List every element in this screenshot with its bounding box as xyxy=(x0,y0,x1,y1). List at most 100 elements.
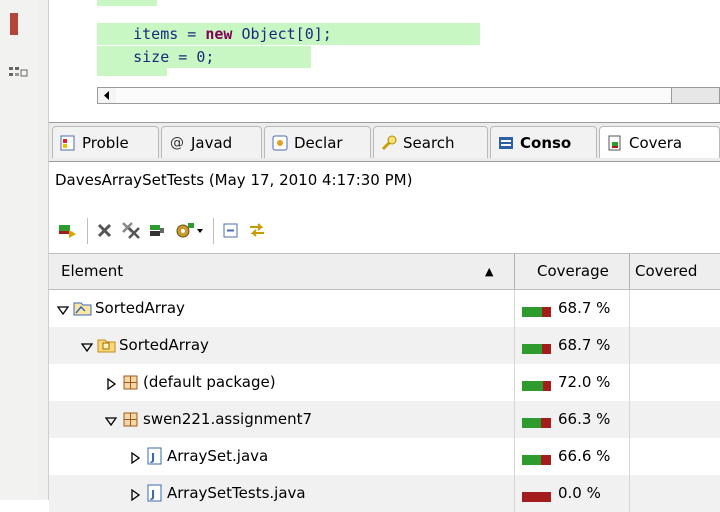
remove-session-icon xyxy=(97,223,112,238)
merge-sessions-button[interactable] xyxy=(147,220,167,240)
remove-all-sessions-button[interactable] xyxy=(121,220,141,240)
tree-expanded-icon[interactable] xyxy=(104,413,118,427)
link-with-selection-icon xyxy=(250,223,264,237)
tree-collapsed-icon[interactable] xyxy=(129,487,141,502)
column-separator xyxy=(629,290,630,327)
tab-console[interactable]: Conso xyxy=(490,126,597,158)
tree-collapsed-icon[interactable] xyxy=(129,450,141,465)
element-name: SortedArray xyxy=(119,336,209,354)
coverage-percent: 0.0 % xyxy=(558,484,601,502)
coverage-bar xyxy=(522,340,551,354)
table-row[interactable]: SortedArray 68.7 % xyxy=(49,327,720,364)
source-folder-icon xyxy=(97,336,117,354)
svg-text:J: J xyxy=(150,451,155,464)
column-separator xyxy=(514,327,515,364)
select-session-dropdown[interactable] xyxy=(173,220,205,240)
tree-expanded-icon[interactable] xyxy=(80,339,94,353)
search-icon xyxy=(380,134,398,152)
column-separator xyxy=(629,401,630,438)
package-icon xyxy=(121,373,141,391)
tab-label: Javad xyxy=(191,133,233,152)
problems-icon xyxy=(59,134,77,152)
element-name: ArraySet.java xyxy=(167,447,269,465)
column-separator xyxy=(629,327,630,364)
editor-ruler xyxy=(49,0,97,84)
link-with-selection-button[interactable] xyxy=(247,220,267,240)
code-line-partial xyxy=(97,0,157,6)
sash-divider[interactable] xyxy=(38,0,49,500)
column-header-coverage[interactable]: Coverage xyxy=(537,254,609,289)
coverage-table-header: Element ▲ Coverage Covered xyxy=(49,253,720,290)
relaunch-button[interactable] xyxy=(57,220,77,240)
coverage-percent: 68.7 % xyxy=(558,299,611,317)
java-file-icon: J xyxy=(145,447,165,465)
coverage-bar xyxy=(522,377,551,391)
tab-label: Covera xyxy=(629,133,683,152)
tab-coverage[interactable]: Covera xyxy=(599,126,720,158)
tab-javadoc[interactable]: @ Javad xyxy=(161,126,262,158)
element-name: (default package) xyxy=(143,373,276,391)
coverage-percent: 66.6 % xyxy=(558,447,611,465)
element-name: SortedArray xyxy=(95,299,185,317)
error-marker-icon[interactable] xyxy=(10,13,18,35)
horizontal-scrollbar[interactable] xyxy=(97,87,720,104)
remove-all-sessions-icon xyxy=(122,222,140,239)
tab-label: Proble xyxy=(82,133,129,152)
coverage-bar xyxy=(522,488,551,502)
coverage-percent: 66.3 % xyxy=(558,410,611,428)
element-name: swen221.assignment7 xyxy=(143,410,313,428)
code-line-partial-bottom xyxy=(97,68,167,76)
coverage-toolbar xyxy=(49,210,720,250)
scroll-left-button[interactable] xyxy=(98,88,117,103)
coverage-icon xyxy=(606,134,624,152)
merge-sessions-icon xyxy=(150,225,164,236)
column-separator[interactable] xyxy=(514,254,515,289)
element-name: ArraySetTests.java xyxy=(167,484,306,502)
code-line-size: size = 0; xyxy=(97,46,311,68)
relaunch-icon xyxy=(59,225,76,238)
tab-search[interactable]: Search xyxy=(373,126,488,158)
java-project-icon xyxy=(73,299,93,317)
tree-collapsed-icon[interactable] xyxy=(105,376,117,391)
column-separator xyxy=(514,475,515,512)
column-separator xyxy=(629,475,630,512)
session-title: DavesArraySetTests (May 17, 2010 4:17:30… xyxy=(55,171,413,189)
column-separator xyxy=(629,364,630,401)
java-file-icon: J xyxy=(145,484,165,502)
column-separator xyxy=(514,438,515,475)
select-session-icon xyxy=(176,223,203,238)
console-icon xyxy=(497,134,515,152)
column-separator xyxy=(514,290,515,327)
column-separator xyxy=(514,364,515,401)
column-header-covered[interactable]: Covered xyxy=(635,254,697,289)
declaration-icon xyxy=(271,134,289,152)
package-explorer-icon[interactable] xyxy=(8,64,30,82)
tree-expanded-icon[interactable] xyxy=(56,302,70,316)
remove-session-button[interactable] xyxy=(95,220,115,240)
table-row[interactable]: J ArraySetTests.java 0.0 % xyxy=(49,475,720,512)
tab-declaration[interactable]: Declar xyxy=(264,126,371,158)
table-row[interactable]: J ArraySet.java 66.6 % xyxy=(49,438,720,475)
coverage-percent: 72.0 % xyxy=(558,373,611,391)
tab-label: Conso xyxy=(520,133,572,152)
coverage-bar xyxy=(522,414,551,428)
tab-label: Search xyxy=(403,133,455,152)
tab-label: Declar xyxy=(294,133,343,152)
coverage-bar xyxy=(522,303,551,317)
toolbar-separator xyxy=(213,218,214,244)
tab-problems[interactable]: Proble xyxy=(52,126,159,158)
table-row[interactable]: swen221.assignment7 66.3 % xyxy=(49,401,720,438)
coverage-percent: 68.7 % xyxy=(558,336,611,354)
column-header-element[interactable]: Element xyxy=(61,254,123,289)
arrow-left-icon xyxy=(104,91,109,100)
sort-ascending-icon[interactable]: ▲ xyxy=(485,254,493,289)
column-separator xyxy=(629,438,630,475)
scrollbar-thumb[interactable] xyxy=(116,88,672,103)
table-row[interactable]: (default package) 72.0 % xyxy=(49,364,720,401)
table-row[interactable]: SortedArray 68.7 % xyxy=(49,290,720,327)
coverage-bar xyxy=(522,451,551,465)
column-separator[interactable] xyxy=(629,254,630,289)
toolbar-separator xyxy=(87,218,88,244)
code-line-items: items = new Object[0]; xyxy=(97,23,480,45)
collapse-all-button[interactable] xyxy=(221,220,241,240)
